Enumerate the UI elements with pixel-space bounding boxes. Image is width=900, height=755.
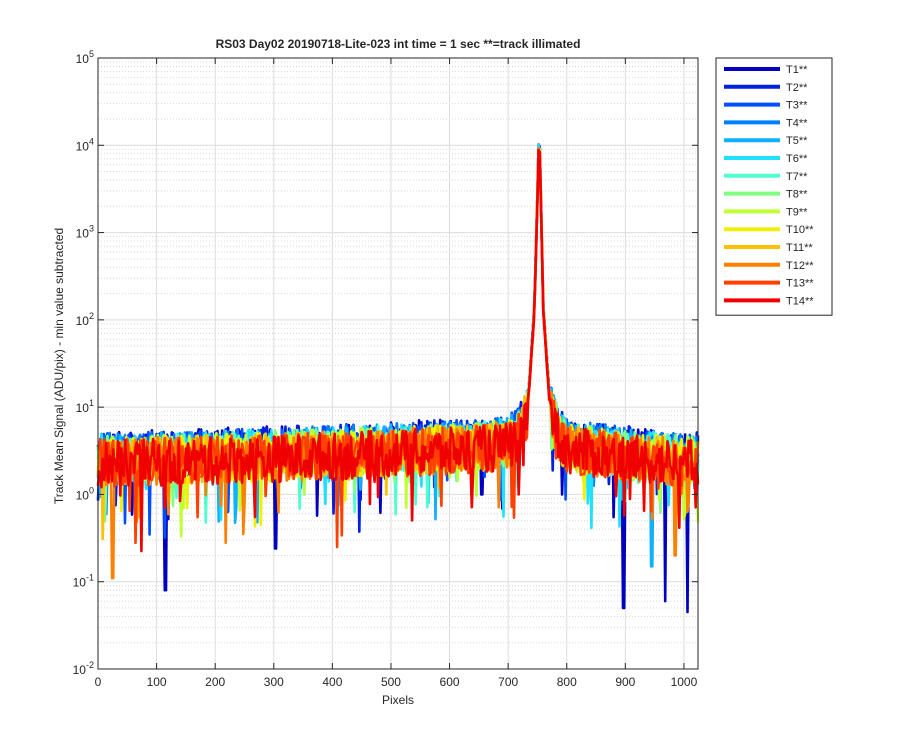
y-tick-label: 102	[76, 311, 94, 328]
legend-label: T3**	[786, 100, 808, 112]
x-tick-label: 600	[440, 675, 460, 689]
y-tick-label: 101	[76, 398, 94, 415]
y-tick-label: 104	[76, 136, 94, 153]
series-line-t1	[97, 143, 700, 614]
x-axis-label: Pixels	[382, 693, 414, 707]
y-tick-label: 10-1	[73, 573, 94, 590]
legend: T1** T2** T3** T4** T5** T6** T7** T8** T9** T10*…	[715, 57, 833, 316]
grid	[97, 57, 698, 670]
legend-label: T9**	[786, 206, 808, 218]
x-axis: 0 100 200 300 400 500 600 700 800 900 1000	[95, 58, 698, 689]
chart-title: RS03 Day02 20190718-Lite-023 int time = …	[216, 37, 581, 51]
x-tick-label: 700	[498, 675, 518, 689]
legend-label: T14**	[786, 295, 814, 307]
series-layer	[96, 143, 700, 614]
chart: 0 100 200 300 400 500 600 700 800 900 1000 10-2 10-…	[52, 37, 833, 707]
legend-label: T5**	[786, 135, 808, 147]
y-tick-label: 103	[76, 224, 94, 241]
y-tick-label: 100	[76, 485, 94, 502]
legend-label: T13**	[786, 278, 814, 290]
x-tick-label: 800	[557, 675, 577, 689]
x-tick-label: 900	[615, 675, 635, 689]
x-tick-label: 200	[205, 675, 225, 689]
legend-label: T6**	[786, 153, 808, 165]
legend-label: T1**	[786, 64, 808, 76]
y-tick-label: 10-2	[73, 660, 94, 677]
x-tick-label: 1000	[671, 675, 698, 689]
figure: 0 100 200 300 400 500 600 700 800 900 1000 10-2 10-…	[0, 0, 900, 750]
x-tick-label: 300	[264, 675, 284, 689]
x-tick-label: 400	[322, 675, 342, 689]
y-tick-label: 105	[76, 49, 94, 66]
legend-label: T11**	[786, 242, 813, 254]
x-tick-label: 100	[147, 675, 167, 689]
legend-label: T7**	[786, 171, 808, 183]
legend-label: T8**	[786, 189, 808, 201]
x-tick-label: 500	[381, 675, 401, 689]
legend-label: T12**	[786, 260, 814, 272]
legend-box	[715, 57, 833, 316]
y-axis-label: Track Mean Signal (ADU/pix) - min value …	[52, 228, 66, 504]
legend-label: T10**	[786, 224, 814, 236]
x-tick-label: 0	[95, 675, 102, 689]
legend-label: T4**	[786, 117, 808, 129]
legend-label: T2**	[786, 82, 808, 94]
